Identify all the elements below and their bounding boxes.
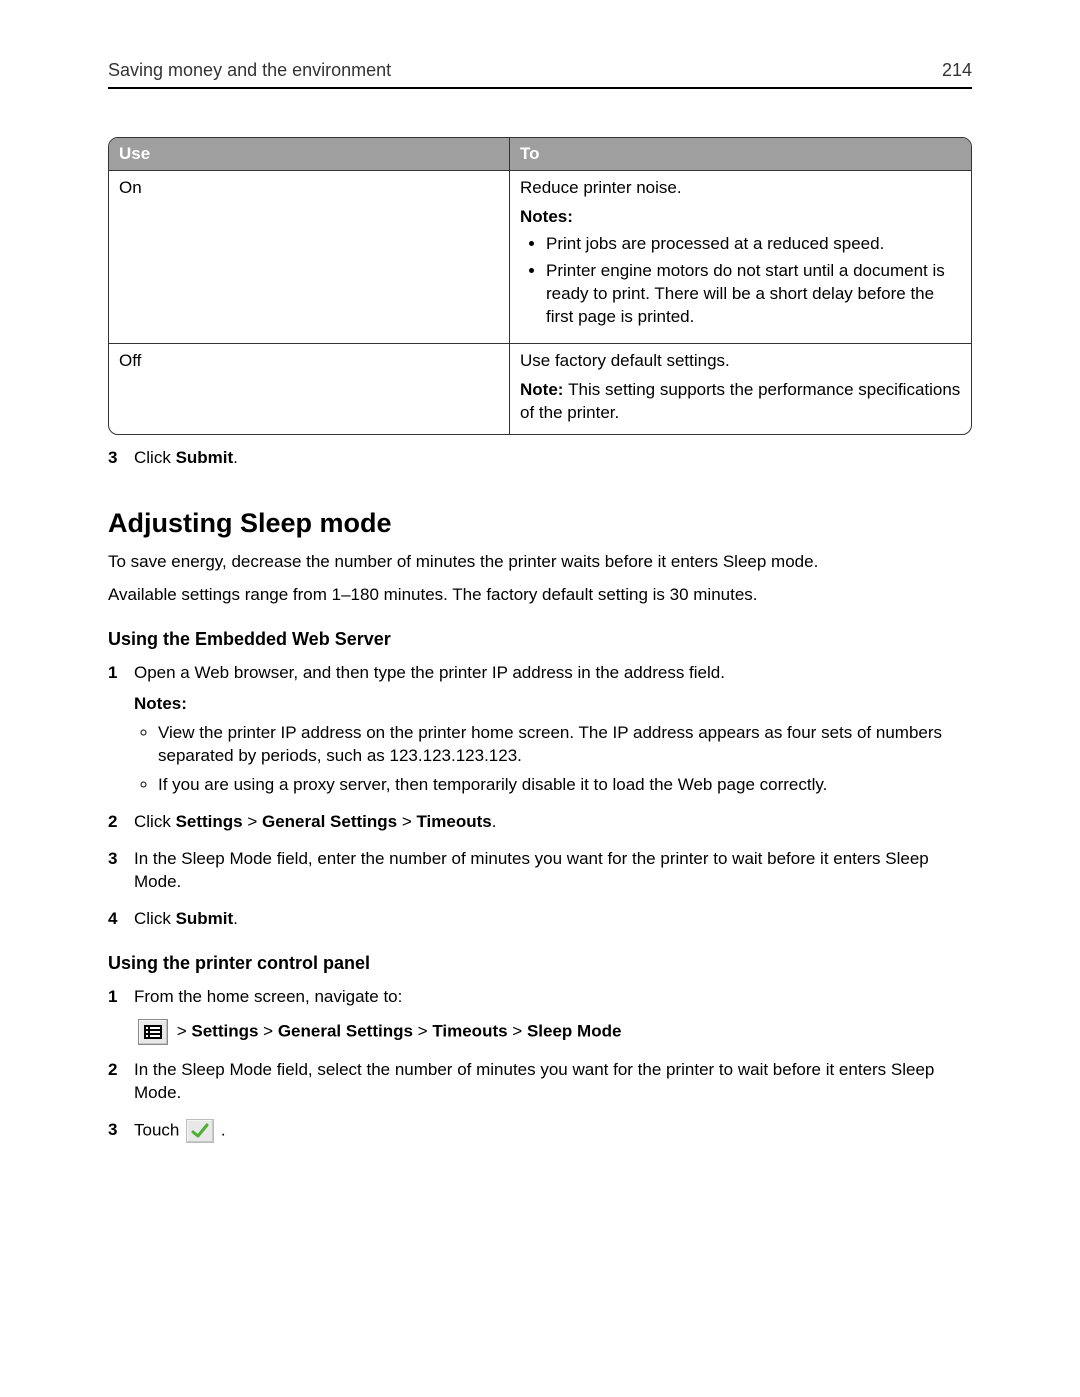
settings-table: Use To On Reduce printer noise. Notes: P… — [108, 137, 972, 435]
gt: > — [413, 1021, 432, 1040]
gt: > — [397, 812, 416, 831]
step-3-click-submit: Click Submit. — [108, 447, 972, 470]
table-header-use: Use — [109, 138, 510, 171]
panel-step-2: In the Sleep Mode field, select the numb… — [108, 1059, 972, 1105]
ews-step-4: Click Submit. — [108, 908, 972, 931]
nav-settings: Settings — [176, 812, 243, 831]
gt: > — [177, 1021, 192, 1040]
paragraph: To save energy, decrease the number of m… — [108, 551, 972, 574]
nav-settings: Settings — [191, 1021, 258, 1040]
nav-timeouts: Timeouts — [432, 1021, 507, 1040]
paragraph: Available settings range from 1–180 minu… — [108, 584, 972, 607]
section-title: Saving money and the environment — [108, 60, 391, 81]
ews-step-3: In the Sleep Mode field, enter the numbe… — [108, 848, 972, 894]
note-rest: This setting supports the performance sp… — [520, 380, 960, 422]
submit-label: Submit — [176, 909, 234, 928]
nav-general-settings: General Settings — [262, 812, 397, 831]
gt: > — [243, 812, 262, 831]
step-prefix: Touch — [134, 1120, 184, 1139]
notes-label: Notes: — [520, 206, 961, 229]
ews-step-2: Click Settings > General Settings > Time… — [108, 811, 972, 834]
gt: > — [508, 1021, 527, 1040]
nav-general-settings: General Settings — [278, 1021, 413, 1040]
step-prefix: Click — [134, 812, 176, 831]
cell-to-on: Reduce printer noise. Notes: Print jobs … — [510, 171, 971, 344]
cell-use-on: On — [109, 171, 510, 344]
period: . — [233, 909, 238, 928]
note-line: Note: This setting supports the performa… — [520, 379, 961, 425]
note-bullet: If you are using a proxy server, then te… — [158, 774, 972, 797]
checkmark-icon — [186, 1119, 214, 1143]
heading-control-panel: Using the printer control panel — [108, 953, 972, 974]
period: . — [221, 1120, 226, 1139]
page-number: 214 — [942, 60, 972, 81]
gt: > — [258, 1021, 277, 1040]
panel-step-1: From the home screen, navigate to: > Set… — [108, 986, 972, 1045]
nav-path-line: > Settings > General Settings > Timeouts… — [134, 1019, 972, 1045]
table-row: Off Use factory default settings. Note: … — [109, 344, 971, 435]
period: . — [492, 812, 497, 831]
notes-label: Notes: — [134, 693, 972, 716]
step-text: Click — [134, 448, 176, 467]
panel-step-3: Touch . — [108, 1119, 972, 1143]
table-header-to: To — [510, 138, 971, 171]
nav-sleep-mode: Sleep Mode — [527, 1021, 621, 1040]
ews-step-1: Open a Web browser, and then type the pr… — [108, 662, 972, 797]
heading-adjusting-sleep-mode: Adjusting Sleep mode — [108, 508, 972, 539]
running-header: Saving money and the environment 214 — [108, 60, 972, 89]
cell-to-off: Use factory default settings. Note: This… — [510, 344, 971, 435]
to-lead-text: Use factory default settings. — [520, 350, 961, 373]
to-lead-text: Reduce printer noise. — [520, 177, 961, 200]
period: . — [233, 448, 238, 467]
step-text: Click — [134, 909, 176, 928]
submit-label: Submit — [176, 448, 234, 467]
note-prefix: Note: — [520, 380, 568, 399]
step-text: Open a Web browser, and then type the pr… — [134, 663, 725, 682]
heading-ews: Using the Embedded Web Server — [108, 629, 972, 650]
note-bullet: Printer engine motors do not start until… — [546, 260, 961, 329]
cell-use-off: Off — [109, 344, 510, 435]
note-bullet: Print jobs are processed at a reduced sp… — [546, 233, 961, 256]
nav-timeouts: Timeouts — [416, 812, 491, 831]
document-page: Saving money and the environment 214 Use… — [0, 0, 1080, 1397]
note-bullet: View the printer IP address on the print… — [158, 722, 972, 768]
menu-icon — [138, 1019, 168, 1045]
table-row: On Reduce printer noise. Notes: Print jo… — [109, 171, 971, 344]
step-text: From the home screen, navigate to: — [134, 987, 402, 1006]
